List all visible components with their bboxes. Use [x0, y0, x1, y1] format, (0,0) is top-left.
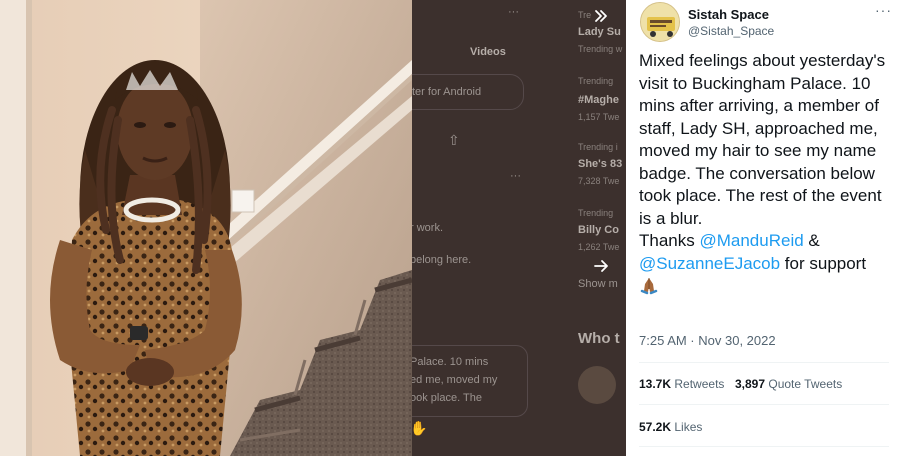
tweet-body-support: for support	[780, 253, 867, 273]
avatar[interactable]	[640, 2, 680, 42]
tweet-header: Sistah Space @Sistah_Space	[640, 0, 774, 44]
more-options-icon[interactable]: ···	[875, 2, 892, 18]
collapse-panel-button[interactable]	[588, 3, 614, 29]
quote-label: Quote Tweets	[768, 377, 843, 391]
avatar-image	[641, 3, 679, 41]
retweets-label: Retweets	[674, 377, 725, 391]
divider	[639, 446, 889, 447]
tweet-timestamp[interactable]: 7:25 AM · Nov 30, 2022	[639, 333, 776, 348]
column-divider	[410, 0, 626, 456]
retweets-count: 13.7K	[639, 377, 672, 391]
display-name[interactable]: Sistah Space	[688, 7, 774, 22]
likes-label: Likes	[674, 420, 703, 434]
divider	[639, 362, 889, 363]
quote-tweets-stat[interactable]: 3,897 Quote Tweets	[735, 377, 842, 391]
tweet-detail-panel: Sistah Space @Sistah_Space ··· Mixed fee…	[626, 0, 900, 456]
tweet-photo[interactable]	[0, 0, 412, 456]
tweet-body-and: &	[803, 231, 820, 250]
tweet-body: Mixed feelings about yesterday's visit t…	[639, 51, 886, 228]
likes-stat[interactable]: 57.2K Likes	[639, 420, 702, 434]
quote-count: 3,897	[735, 377, 766, 391]
double-chevron-right-icon	[595, 10, 607, 22]
user-handle[interactable]: @Sistah_Space	[688, 24, 774, 38]
mention-link[interactable]: @ManduReid	[699, 231, 803, 250]
folded-hands-emoji-icon	[640, 278, 658, 295]
author-names: Sistah Space @Sistah_Space	[688, 7, 774, 38]
likes-count: 57.2K	[639, 420, 672, 434]
next-image-button[interactable]	[588, 253, 614, 279]
mention-link[interactable]: @SuzanneEJacob	[639, 254, 780, 273]
divider	[639, 404, 889, 405]
arrow-right-icon	[594, 260, 608, 272]
tweet-body-thanks: Thanks	[639, 231, 700, 250]
tweet-text: Mixed feelings about yesterday's visit t…	[639, 50, 894, 298]
dimmed-background-page: ··· Tre Lady Su Trending w Videos ter fo…	[410, 0, 626, 456]
photo-illustration	[0, 0, 412, 456]
tweet-image-lightbox: ··· Tre Lady Su Trending w Videos ter fo…	[0, 0, 900, 456]
retweets-stat[interactable]: 13.7K Retweets	[639, 377, 724, 391]
